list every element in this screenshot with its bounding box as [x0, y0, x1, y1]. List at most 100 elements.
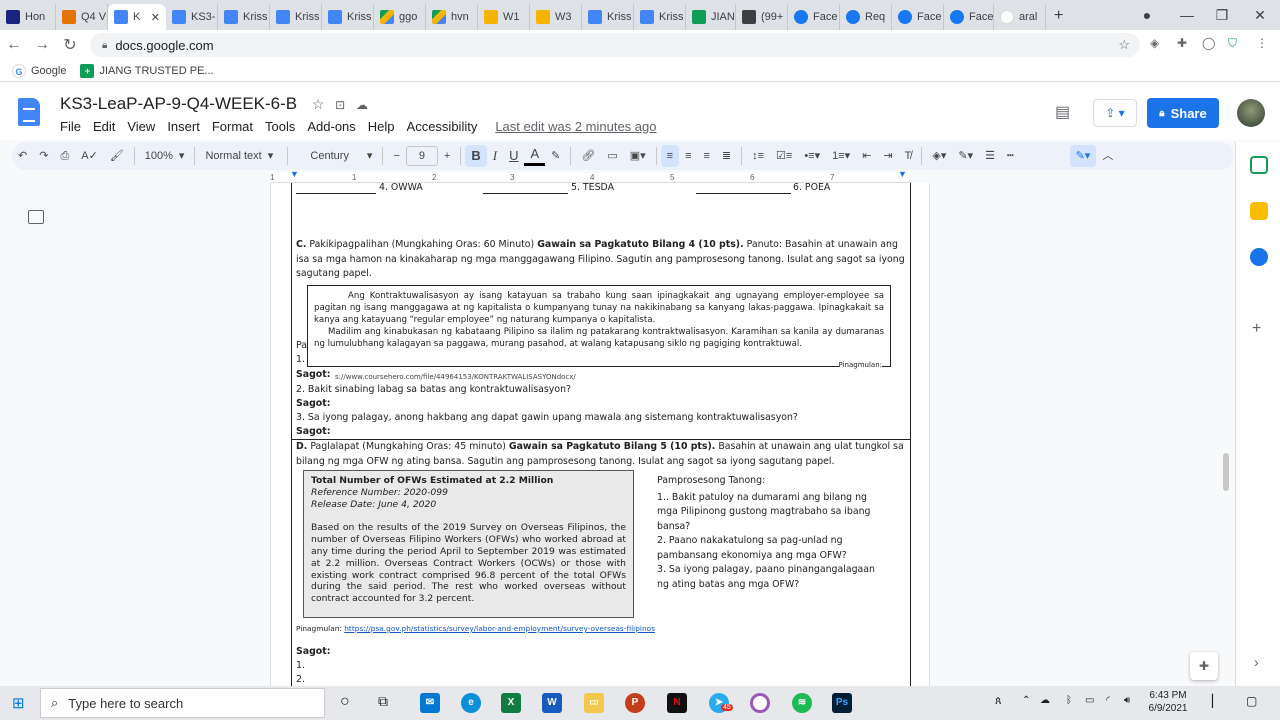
comment-icon[interactable]: ▭: [601, 145, 623, 167]
document-title[interactable]: KS3-LeaP-AP-9-Q4-WEEK-6-B ☆ ⊡ ☁︎: [60, 94, 368, 114]
decrease-indent-icon[interactable]: ⇤: [856, 145, 877, 167]
edge-icon[interactable]: e: [461, 693, 481, 713]
menu-dots-icon[interactable]: ⋮: [1256, 36, 1268, 50]
back-icon[interactable]: ←: [0, 36, 28, 54]
print-icon[interactable]: ⎙: [54, 145, 75, 167]
document-outline-icon[interactable]: [28, 210, 44, 224]
menu-tools[interactable]: Tools: [265, 119, 295, 134]
browser-tab[interactable]: Kriss: [634, 4, 686, 30]
browser-tab[interactable]: Face: [944, 4, 994, 30]
shield-icon[interactable]: ⛉: [1228, 36, 1237, 51]
numbered-list-icon[interactable]: 1≡▾: [826, 145, 856, 167]
close-window-icon[interactable]: ✕: [1248, 4, 1272, 26]
taskbar-search-input[interactable]: ⌕ Type here to search: [40, 688, 325, 718]
netflix-icon[interactable]: N: [667, 693, 687, 713]
windows-start-icon[interactable]: ⊞: [12, 694, 25, 712]
psa-source-link[interactable]: https://psa.gov.ph/statistics/survey/lab…: [344, 624, 655, 633]
italic-icon[interactable]: I: [487, 145, 503, 167]
text-color-icon[interactable]: A: [524, 146, 546, 166]
spellcheck-icon[interactable]: A✓: [75, 145, 104, 167]
menu-addons[interactable]: Add-ons: [307, 119, 355, 134]
task-view-icon[interactable]: ⧉: [378, 693, 388, 710]
restore-icon[interactable]: ❐: [1210, 4, 1234, 26]
file-explorer-icon[interactable]: ▭: [584, 693, 604, 713]
align-right-icon[interactable]: ≡: [697, 145, 715, 167]
underline-icon[interactable]: U: [503, 145, 524, 167]
browser-tab[interactable]: (99+: [736, 4, 788, 30]
font-select[interactable]: Century Go...▾: [292, 145, 378, 184]
tray-up-icon[interactable]: ⌃: [1022, 695, 1030, 706]
wifi-icon[interactable]: ◜: [1106, 695, 1110, 706]
increase-font-icon[interactable]: +: [438, 145, 456, 167]
fill-color-icon[interactable]: ◈▾: [926, 145, 952, 167]
onedrive-icon[interactable]: ☁︎: [1040, 695, 1050, 706]
browser-tab[interactable]: Q4 V: [56, 4, 108, 30]
move-folder-icon[interactable]: ⊡: [335, 98, 345, 112]
new-tab-icon[interactable]: +: [1046, 4, 1071, 30]
minimize-icon[interactable]: —: [1175, 4, 1199, 26]
line-spacing-icon[interactable]: ↕≡: [746, 145, 770, 167]
share-button[interactable]: 🔒︎ Share: [1147, 98, 1219, 128]
clock[interactable]: 6:43 PM 6/9/2021: [1144, 686, 1192, 720]
tasks-icon[interactable]: [1250, 248, 1268, 266]
last-edit-link[interactable]: Last edit was 2 minutes ago: [495, 119, 656, 134]
image-icon[interactable]: ▣▾: [624, 145, 652, 167]
menu-view[interactable]: View: [127, 119, 155, 134]
border-color-icon[interactable]: ✎▾: [952, 145, 979, 167]
browser-tab[interactable]: Kriss: [270, 4, 322, 30]
reload-icon[interactable]: ↻: [56, 35, 84, 55]
ruler[interactable]: ▼ ▼ 1 1 2 3 4 5 6 7: [270, 169, 912, 183]
bookmark-star-icon[interactable]: ☆: [1118, 37, 1130, 53]
increase-indent-icon[interactable]: ⇥: [877, 145, 898, 167]
left-indent-marker-icon[interactable]: ▼: [290, 169, 299, 179]
cloud-status-icon[interactable]: ☁︎: [356, 98, 368, 112]
clear-formatting-icon[interactable]: T̸: [899, 145, 918, 167]
profile-icon[interactable]: ●: [1135, 4, 1159, 26]
right-indent-marker-icon[interactable]: ▼: [898, 169, 907, 179]
browser-tab[interactable]: Req: [840, 4, 892, 30]
menu-edit[interactable]: Edit: [93, 119, 115, 134]
browser-tab[interactable]: Hon: [0, 4, 56, 30]
battery-icon[interactable]: ▭: [1085, 695, 1094, 706]
forward-icon[interactable]: →: [28, 36, 56, 54]
decrease-font-icon[interactable]: −: [387, 145, 405, 167]
bulleted-list-icon[interactable]: •≡▾: [798, 145, 826, 167]
browser-tab[interactable]: Face: [892, 4, 944, 30]
menu-accessibility[interactable]: Accessibility: [407, 119, 478, 134]
mail-icon[interactable]: ✉: [420, 693, 440, 713]
spotify-icon[interactable]: ≋: [792, 693, 812, 713]
calendar-icon[interactable]: [1250, 156, 1268, 174]
add-addon-icon[interactable]: +: [1252, 320, 1261, 338]
close-tab-icon[interactable]: ✕: [151, 11, 160, 24]
present-icon[interactable]: ⇪ ▾: [1093, 99, 1137, 127]
action-center-icon[interactable]: ▢: [1246, 694, 1257, 708]
align-left-icon[interactable]: ≡: [660, 145, 680, 167]
extension-icon[interactable]: ◈: [1150, 36, 1159, 50]
checklist-icon[interactable]: ☑≡: [770, 145, 798, 167]
justify-icon[interactable]: ≣: [716, 145, 737, 167]
browser-tab[interactable]: hvn: [426, 4, 478, 30]
keep-icon[interactable]: [1250, 202, 1268, 220]
highlight-icon[interactable]: ✎: [545, 145, 566, 167]
photoshop-icon[interactable]: Ps: [832, 693, 852, 713]
browser-tab[interactable]: Kriss: [582, 4, 634, 30]
browser-tab[interactable]: ggo: [374, 4, 426, 30]
redo-icon[interactable]: ↷: [33, 145, 54, 167]
account-icon[interactable]: ◯: [1202, 36, 1215, 50]
menu-format[interactable]: Format: [212, 119, 253, 134]
comment-history-icon[interactable]: ▤: [1055, 102, 1070, 122]
browser-tab[interactable]: W3: [530, 4, 582, 30]
browser-tab[interactable]: aral: [994, 4, 1046, 30]
browser-tab[interactable]: K ✕: [108, 4, 166, 30]
border-dash-icon[interactable]: ┅: [1001, 145, 1020, 167]
zoom-select[interactable]: 100% ▾: [139, 145, 191, 167]
menu-help[interactable]: Help: [368, 119, 395, 134]
browser-tab[interactable]: W1: [478, 4, 530, 30]
bookmark-jiang[interactable]: + JIANG TRUSTED PE...: [80, 63, 214, 78]
puzzle-icon[interactable]: ✚: [1177, 36, 1187, 50]
people-icon[interactable]: ጰ: [995, 695, 1002, 708]
show-desktop-icon[interactable]: ▏: [1212, 694, 1221, 708]
avatar[interactable]: [1237, 99, 1265, 127]
chrome-icon[interactable]: [750, 693, 770, 713]
undo-icon[interactable]: ↶: [12, 145, 33, 167]
